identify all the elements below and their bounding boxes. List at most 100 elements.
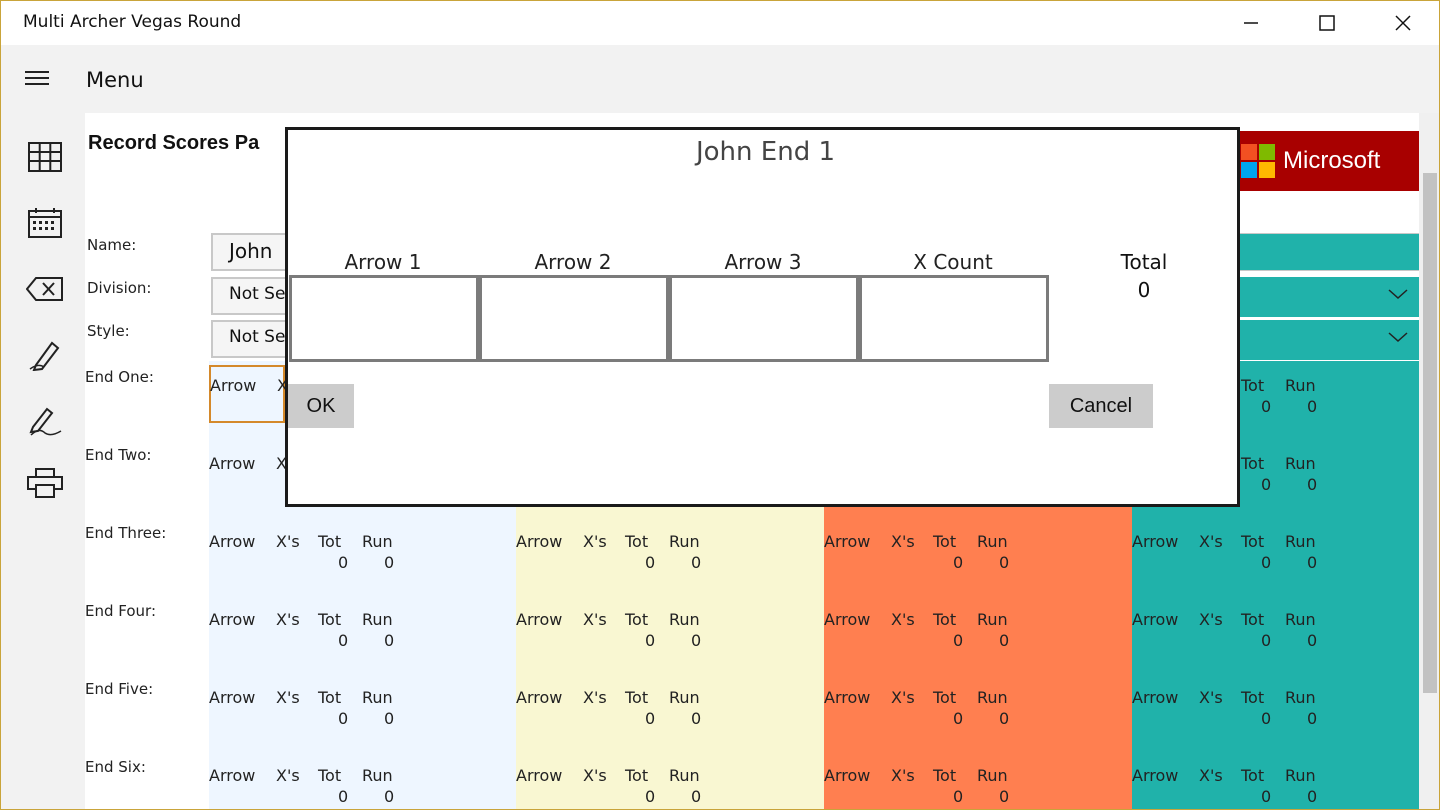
run-value: 0 xyxy=(1307,787,1318,806)
xcount-input[interactable] xyxy=(859,275,1049,362)
close-button[interactable] xyxy=(1365,1,1439,45)
run-header: Run xyxy=(362,532,393,551)
arrow-header: Arrow xyxy=(209,688,256,707)
microsoft-logo-icon xyxy=(1241,144,1275,178)
run-header: Run xyxy=(1285,610,1316,629)
xs-header: X's xyxy=(276,688,300,707)
tot-value: 0 xyxy=(1261,787,1272,806)
run-header: Run xyxy=(977,532,1008,551)
tot-header: Tot xyxy=(1241,376,1265,395)
run-value: 0 xyxy=(691,631,702,650)
tot-value: 0 xyxy=(953,709,964,728)
backspace-icon xyxy=(26,277,63,301)
arrow-header: Arrow xyxy=(824,610,871,629)
tot-header: Tot xyxy=(625,610,649,629)
run-value: 0 xyxy=(1307,475,1318,494)
tot-value: 0 xyxy=(338,631,349,650)
tot-header: Tot xyxy=(933,532,957,551)
run-header: Run xyxy=(977,610,1008,629)
end-label: End Four: xyxy=(85,602,157,620)
xs-header: X's xyxy=(1199,532,1223,551)
end-row[interactable]: Arrow X's Tot Run 0 0 xyxy=(209,688,409,732)
arrow3-input[interactable] xyxy=(669,275,859,362)
end-row[interactable]: Arrow X's Tot Run 0 0 xyxy=(516,688,716,732)
tot-header: Tot xyxy=(625,532,649,551)
ad-text: Microsoft xyxy=(1283,147,1381,174)
ok-button[interactable]: OK xyxy=(288,384,354,428)
arrow1-input[interactable] xyxy=(289,275,479,362)
end-label: End Six: xyxy=(85,758,146,776)
hamburger-icon[interactable] xyxy=(25,67,65,95)
tot-value: 0 xyxy=(1261,475,1272,494)
tot-header: Tot xyxy=(1241,688,1265,707)
tot-value: 0 xyxy=(1261,397,1272,416)
end-row[interactable]: Arrow X's Tot Run 0 0 xyxy=(824,766,1024,809)
minimize-button[interactable] xyxy=(1213,1,1288,45)
arrow2-input[interactable] xyxy=(479,275,669,362)
chevron-down-icon xyxy=(1388,332,1408,343)
tot-value: 0 xyxy=(645,631,656,650)
xs-header: X's xyxy=(276,766,300,785)
arrow-header: Arrow xyxy=(516,766,563,785)
end-label: End Five: xyxy=(85,680,154,698)
arrow-header: Arrow xyxy=(516,688,563,707)
end-label: End Two: xyxy=(85,446,152,464)
microsoft-ad-banner[interactable]: Microsoft xyxy=(1235,131,1421,191)
end-row[interactable]: Arrow X's Tot Run 0 0 xyxy=(1132,688,1332,732)
run-value: 0 xyxy=(1307,631,1318,650)
end-row[interactable]: Arrow X's Tot Run 0 0 xyxy=(516,532,716,576)
cancel-button[interactable]: Cancel xyxy=(1049,384,1153,428)
end-row[interactable]: Arrow X's Tot Run 0 0 xyxy=(1132,532,1332,576)
xs-header: X's xyxy=(1199,766,1223,785)
tot-header: Tot xyxy=(318,532,342,551)
tot-value: 0 xyxy=(1261,631,1272,650)
end-row[interactable]: Arrow X's Tot Run 0 0 xyxy=(1132,610,1332,654)
scroll-thumb[interactable] xyxy=(1423,173,1437,693)
run-header: Run xyxy=(362,688,393,707)
menu-label[interactable]: Menu xyxy=(86,68,144,92)
end-row[interactable]: Arrow X's Tot Run 0 0 xyxy=(209,610,409,654)
run-header: Run xyxy=(1285,688,1316,707)
run-header: Run xyxy=(1285,532,1316,551)
xs-header: X's xyxy=(891,532,915,551)
calendar-button[interactable] xyxy=(21,199,69,247)
signature-button[interactable] xyxy=(21,397,69,445)
end-row[interactable]: Arrow X's Tot Run 0 0 xyxy=(209,766,409,809)
arrow-header: Arrow xyxy=(516,610,563,629)
end-row[interactable]: Arrow X's Tot Run 0 0 xyxy=(516,610,716,654)
run-value: 0 xyxy=(1307,397,1318,416)
end-row[interactable]: Arrow X's Tot Run 0 0 xyxy=(824,610,1024,654)
run-value: 0 xyxy=(999,631,1010,650)
minimize-icon xyxy=(1243,22,1258,24)
tot-value: 0 xyxy=(338,787,349,806)
xs-header: X's xyxy=(276,610,300,629)
end-row[interactable]: Arrow X's Tot Run 0 0 xyxy=(209,532,409,576)
end-row[interactable]: Arrow X's Tot Run 0 0 xyxy=(824,532,1024,576)
end-row[interactable]: Arrow X's Tot Run 0 0 xyxy=(1132,766,1332,809)
arrow-header: Arrow xyxy=(1132,532,1179,551)
tot-header: Tot xyxy=(318,688,342,707)
maximize-button[interactable] xyxy=(1289,1,1364,45)
print-button[interactable] xyxy=(21,459,69,507)
delete-button[interactable] xyxy=(21,265,69,313)
arrow-header: Arrow xyxy=(209,532,256,551)
run-value: 0 xyxy=(384,631,395,650)
tot-header: Tot xyxy=(1241,766,1265,785)
tot-header: Tot xyxy=(1241,532,1265,551)
xs-header: X's xyxy=(891,766,915,785)
end-row[interactable]: Arrow X's Tot Run 0 0 xyxy=(824,688,1024,732)
end-row[interactable]: Arrow X's Tot Run 0 0 xyxy=(516,766,716,809)
tot-value: 0 xyxy=(953,787,964,806)
maximize-icon xyxy=(1318,15,1335,31)
run-header: Run xyxy=(669,688,700,707)
tot-header: Tot xyxy=(933,688,957,707)
tot-value: 0 xyxy=(1261,709,1272,728)
run-header: Run xyxy=(977,766,1008,785)
edit-button[interactable] xyxy=(21,331,69,379)
scores-grid-button[interactable] xyxy=(21,133,69,181)
arrow2-label: Arrow 2 xyxy=(534,250,612,274)
xs-header: X's xyxy=(583,766,607,785)
run-value: 0 xyxy=(691,787,702,806)
run-value: 0 xyxy=(999,709,1010,728)
run-header: Run xyxy=(1285,376,1316,395)
